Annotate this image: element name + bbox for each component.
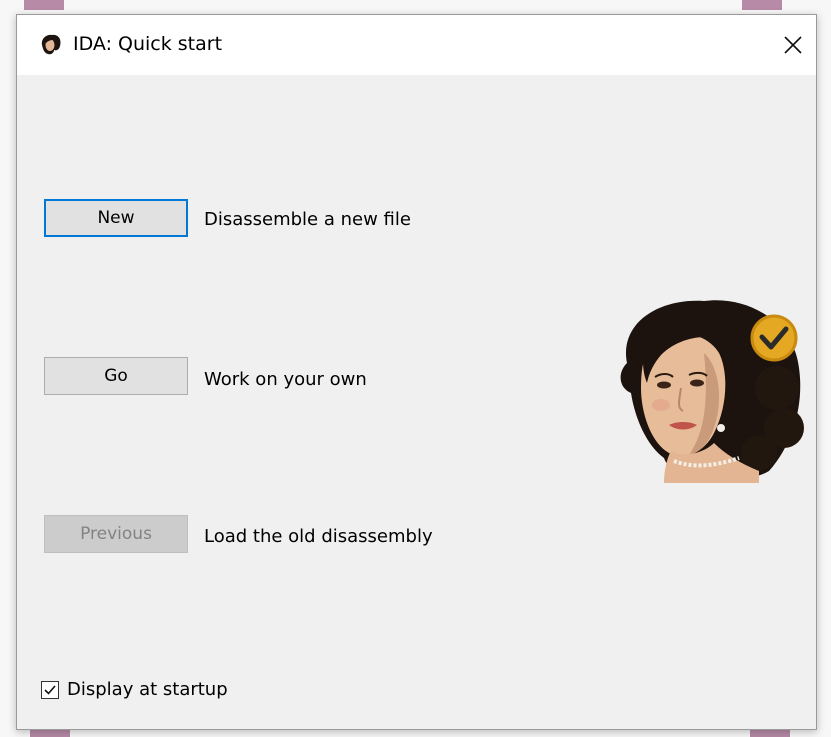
quick-start-dialog: IDA: Quick start New Disassemble a new f… bbox=[16, 14, 817, 730]
previous-description: Load the old disassembly bbox=[204, 526, 433, 547]
previous-button: Previous bbox=[44, 515, 188, 553]
background-tab-left bbox=[24, 0, 64, 10]
ida-lady-logo bbox=[620, 300, 804, 483]
background-tab-right bbox=[742, 0, 782, 10]
new-description: Disassemble a new file bbox=[204, 209, 411, 230]
go-description: Work on your own bbox=[204, 369, 367, 390]
new-button[interactable]: New bbox=[44, 199, 188, 237]
display-at-startup-checkbox[interactable] bbox=[41, 680, 59, 699]
startup-option[interactable]: Display at startup bbox=[41, 679, 228, 700]
display-at-startup-label: Display at startup bbox=[67, 679, 228, 700]
close-icon bbox=[784, 36, 802, 54]
ida-portrait-icon bbox=[41, 34, 61, 55]
title-bar: IDA: Quick start bbox=[17, 15, 816, 75]
checkmark-icon bbox=[44, 684, 56, 695]
close-button[interactable] bbox=[770, 15, 816, 75]
go-button[interactable]: Go bbox=[44, 357, 188, 395]
window-title: IDA: Quick start bbox=[73, 33, 223, 55]
